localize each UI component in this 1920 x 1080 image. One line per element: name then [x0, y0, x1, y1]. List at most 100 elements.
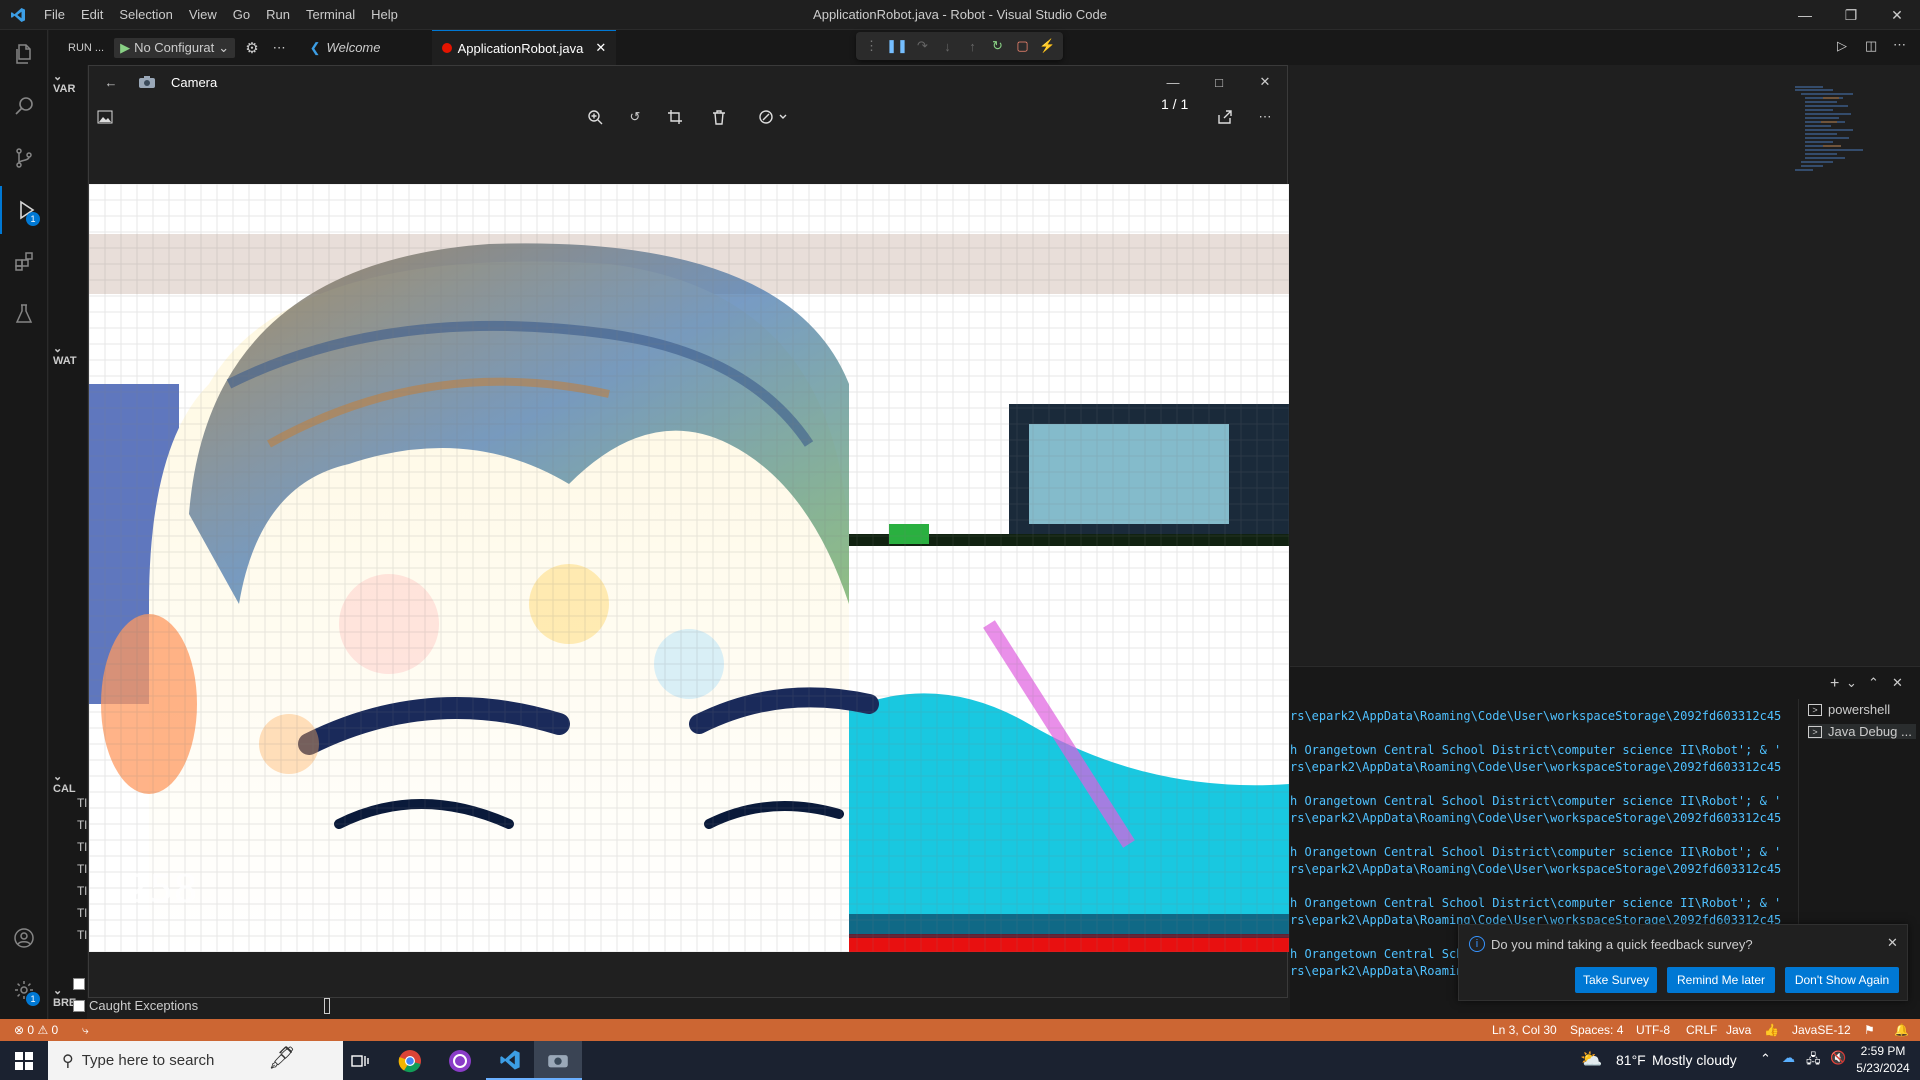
take-survey-button[interactable]: Take Survey	[1575, 967, 1657, 993]
show-hidden-icons-icon[interactable]: ⌃	[1760, 1051, 1771, 1067]
variables-section-header[interactable]: ⌄ VAR	[53, 70, 87, 95]
terminal-session-java-debug[interactable]: > Java Debug ...	[1808, 724, 1916, 739]
step-out-icon[interactable]: ↑	[963, 36, 982, 56]
menu-view[interactable]: View	[181, 0, 225, 30]
camera-taskbar-icon[interactable]	[534, 1041, 582, 1080]
callstack-row[interactable]: Tl	[77, 858, 87, 880]
account-icon[interactable]	[0, 914, 48, 962]
watch-section-header[interactable]: ⌄ WAT	[53, 342, 87, 367]
java-runtime[interactable]: JavaSE-12	[1792, 1019, 1851, 1041]
start-debug-icon[interactable]: ▶	[120, 40, 130, 56]
run-file-icon[interactable]: ▷	[1837, 38, 1847, 54]
image-gallery-icon[interactable]	[91, 103, 119, 131]
callstack-row[interactable]: Tl	[77, 814, 87, 836]
close-window-button[interactable]: ✕	[1874, 0, 1920, 30]
testing-icon[interactable]	[0, 290, 48, 338]
terminal-dropdown-icon[interactable]: ⌄	[1846, 675, 1857, 691]
problems-indicator[interactable]: ⊗ 0 ⚠ 0	[14, 1019, 58, 1041]
weather-temp[interactable]: 81°F	[1616, 1052, 1646, 1068]
debug-config-select[interactable]: ▶ No Configurat ⌄	[114, 37, 236, 58]
debug-settings-gear-icon[interactable]: ⚙	[245, 39, 258, 57]
pause-icon[interactable]: ❚❚	[886, 36, 908, 56]
feedback-icon[interactable]: ⚑	[1864, 1019, 1875, 1041]
back-arrow-icon[interactable]: ←	[97, 68, 125, 96]
explorer-icon[interactable]	[0, 30, 48, 78]
maximize-panel-icon[interactable]: ⌃	[1868, 675, 1879, 691]
cursor-position[interactable]: Ln 3, Col 30	[1492, 1019, 1557, 1041]
hot-code-replace-icon[interactable]: ⚡	[1038, 36, 1057, 56]
stop-icon[interactable]: ▢	[1013, 36, 1032, 56]
notifications-bell-icon[interactable]: 🔔	[1894, 1019, 1909, 1041]
java-status-icon[interactable]: 👍	[1764, 1019, 1779, 1041]
tab-application-robot[interactable]: ApplicationRobot.java ✕	[431, 30, 617, 65]
callstack-row[interactable]: Tl	[77, 902, 87, 924]
run-view-label: RUN ...	[68, 41, 105, 54]
camera-maximize-button[interactable]: □	[1205, 68, 1233, 96]
close-tab-icon[interactable]: ✕	[595, 40, 606, 56]
callstack-row[interactable]: Tl	[77, 836, 87, 858]
windows-start-icon[interactable]	[0, 1041, 48, 1080]
restart-icon[interactable]: ↻	[988, 36, 1007, 56]
manage-gear-icon[interactable]: 1	[0, 966, 48, 1014]
editor-more-icon[interactable]: ⋯	[1893, 37, 1906, 53]
chrome-icon[interactable]	[386, 1041, 434, 1080]
taskbar-search-box[interactable]: ⚲ Type here to search 🖋	[48, 1041, 343, 1080]
vscode-taskbar-icon[interactable]	[486, 1041, 534, 1080]
tab-welcome[interactable]: ❮ Welcome	[300, 30, 428, 65]
remind-later-button[interactable]: Remind Me later	[1667, 967, 1775, 993]
network-icon[interactable]: 🖧	[1806, 1050, 1821, 1072]
extensions-icon[interactable]	[0, 238, 48, 286]
menu-terminal[interactable]: Terminal	[298, 0, 363, 30]
encoding[interactable]: UTF-8	[1636, 1019, 1670, 1041]
indentation[interactable]: Spaces: 4	[1570, 1019, 1623, 1041]
onedrive-icon[interactable]: ☁	[1782, 1050, 1795, 1066]
callstack-row[interactable]: Tl	[77, 880, 87, 902]
github-desktop-icon[interactable]	[436, 1041, 484, 1080]
share-icon[interactable]	[1211, 103, 1239, 131]
crop-icon[interactable]	[661, 103, 689, 131]
step-over-icon[interactable]: ↷	[913, 36, 932, 56]
terminal-session-powershell[interactable]: > powershell	[1808, 702, 1890, 717]
breakpoint-checkbox[interactable]	[73, 978, 85, 990]
weather-icon[interactable]: ⛅	[1580, 1049, 1602, 1070]
new-terminal-icon[interactable]: +	[1830, 675, 1839, 693]
more-actions-icon[interactable]: ⋯	[273, 40, 286, 56]
debug-port-icon[interactable]: ⤷	[82, 1019, 89, 1041]
restore-button[interactable]: ❐	[1828, 0, 1874, 30]
minimize-button[interactable]: —	[1782, 0, 1828, 30]
drag-handle-icon[interactable]: ⋮	[862, 36, 881, 56]
minimap[interactable]	[1793, 84, 1879, 194]
camera-more-icon[interactable]: ⋯	[1251, 103, 1279, 131]
menu-go[interactable]: Go	[225, 0, 258, 30]
search-icon[interactable]	[0, 82, 48, 130]
dont-show-again-button[interactable]: Don't Show Again	[1785, 967, 1899, 993]
line-ending[interactable]: CRLF	[1686, 1019, 1717, 1041]
run-debug-icon[interactable]: 1	[0, 186, 48, 234]
caught-exceptions-checkbox[interactable]	[73, 1000, 85, 1012]
error-icon: ⊗	[14, 1023, 25, 1037]
camera-close-button[interactable]: ✕	[1251, 68, 1279, 96]
menu-edit[interactable]: Edit	[73, 0, 111, 30]
edit-menu-icon[interactable]	[753, 103, 793, 131]
delete-icon[interactable]	[705, 103, 733, 131]
language-mode[interactable]: Java	[1726, 1019, 1751, 1041]
menu-help[interactable]: Help	[363, 0, 406, 30]
split-editor-icon[interactable]: ◫	[1865, 38, 1877, 54]
clock-date[interactable]: 5/23/2024	[1852, 1061, 1914, 1075]
close-panel-icon[interactable]: ✕	[1892, 675, 1903, 691]
callstack-row[interactable]: Tl	[77, 924, 87, 946]
callstack-row[interactable]: Tl	[77, 792, 87, 814]
menu-run[interactable]: Run	[258, 0, 298, 30]
menu-selection[interactable]: Selection	[111, 0, 180, 30]
step-into-icon[interactable]: ↓	[938, 36, 957, 56]
camera-minimize-button[interactable]: —	[1159, 68, 1187, 96]
notification-close-icon[interactable]: ✕	[1887, 935, 1898, 951]
zoom-in-icon[interactable]	[581, 103, 609, 131]
volume-muted-icon[interactable]: 🔇	[1830, 1050, 1846, 1066]
task-view-icon[interactable]	[336, 1041, 384, 1080]
weather-desc[interactable]: Mostly cloudy	[1652, 1052, 1737, 1068]
menu-file[interactable]: File	[36, 0, 73, 30]
source-control-icon[interactable]	[0, 134, 48, 182]
rotate-icon[interactable]: ↺	[621, 103, 649, 131]
clock-time[interactable]: 2:59 PM	[1856, 1044, 1910, 1058]
